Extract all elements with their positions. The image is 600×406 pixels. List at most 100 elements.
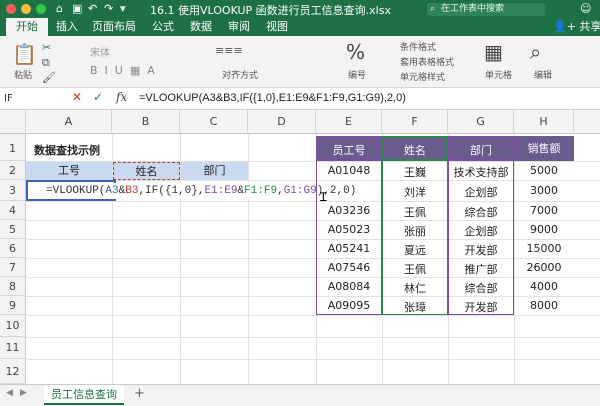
left-header-name[interactable]: 姓名 (113, 162, 180, 180)
formula-input[interactable]: =VLOOKUP(A3&B3,IF({1,0},E1:E9&F1:F9,G1:G… (139, 92, 406, 104)
table-cell[interactable]: A07546 (316, 261, 382, 274)
column-header-a[interactable]: A (26, 110, 112, 134)
cells-label[interactable]: 单元格 (485, 68, 512, 81)
tab-page-layout[interactable]: 页面布局 (92, 18, 136, 36)
table-cell[interactable]: A05241 (316, 242, 382, 255)
tab-view[interactable]: 视图 (266, 18, 288, 36)
table-cell[interactable]: A03236 (316, 204, 382, 217)
table-cell[interactable]: 刘洋 (382, 184, 448, 200)
table-cell[interactable]: 7000 (514, 204, 574, 217)
conditional-format-button[interactable]: 条件格式 (400, 40, 436, 53)
table-cell[interactable]: 15000 (514, 242, 574, 255)
table-cell[interactable]: 王佩 (382, 261, 448, 277)
table-cell[interactable]: A09095 (316, 299, 382, 312)
name-box[interactable]: IF (0, 90, 60, 107)
table-cell[interactable]: 王巍 (382, 164, 448, 180)
cut-icon[interactable]: ✂ (42, 41, 51, 54)
table-cell[interactable]: 技术支持部 (448, 164, 514, 180)
edit-label[interactable]: 编辑 (534, 68, 552, 81)
tab-data[interactable]: 数据 (190, 18, 212, 36)
table-format-button[interactable]: 套用表格格式 (400, 55, 454, 68)
smiley-icon[interactable]: ☺ (580, 2, 591, 15)
column-header-d[interactable]: D (248, 110, 316, 134)
row-header[interactable]: 5 (0, 220, 26, 239)
table-cell[interactable]: 开发部 (448, 299, 514, 315)
row-header[interactable]: 8 (0, 277, 26, 296)
row-header[interactable]: 11 (0, 337, 26, 359)
font-style-buttons[interactable]: B I U ▦ A (90, 64, 155, 77)
tab-review[interactable]: 审阅 (228, 18, 250, 36)
table-cell[interactable]: 综合部 (448, 280, 514, 296)
table-cell[interactable]: 9000 (514, 223, 574, 236)
home-icon[interactable]: ⌂ (56, 2, 63, 15)
table-cell[interactable]: 8000 (514, 299, 574, 312)
copy-icon[interactable]: ⧉ (42, 56, 50, 70)
table-cell[interactable]: 林仁 (382, 280, 448, 296)
minimize-window-icon[interactable] (21, 4, 31, 14)
tab-home[interactable]: 开始 (6, 18, 48, 36)
row-header[interactable]: 10 (0, 315, 26, 337)
table-cell[interactable]: 4000 (514, 280, 574, 293)
table-cell[interactable]: 夏远 (382, 242, 448, 258)
paste-icon[interactable]: 📋 (12, 42, 37, 66)
column-header-e[interactable]: E (316, 110, 382, 134)
undo-icon[interactable]: ↶ (88, 2, 97, 15)
row-header[interactable]: 6 (0, 239, 26, 258)
more-icon[interactable]: ▾ (120, 2, 126, 15)
find-icon[interactable]: ⌕ (530, 40, 541, 64)
share-button[interactable]: 👤+ 共享 (553, 18, 600, 36)
save-icon[interactable]: ▣ (72, 2, 82, 15)
prev-sheet-icon[interactable]: ◀ (6, 388, 13, 398)
maximize-window-icon[interactable] (36, 4, 46, 14)
row-header[interactable]: 9 (0, 296, 26, 315)
table-cell[interactable]: 综合部 (448, 204, 514, 220)
table-cell[interactable]: 企划部 (448, 184, 514, 200)
cells-icon[interactable]: ▦ (484, 40, 503, 64)
right-header-sales[interactable]: 销售额 (514, 136, 574, 161)
insert-function-icon[interactable]: fx (116, 90, 127, 104)
row-header[interactable]: 2 (0, 161, 26, 180)
redo-icon[interactable]: ↷ (104, 2, 113, 15)
table-cell[interactable]: 26000 (514, 261, 574, 274)
align-label[interactable]: 对齐方式 (222, 68, 258, 81)
row-header[interactable]: 7 (0, 258, 26, 277)
align-icon[interactable]: ≡≡≡ (215, 44, 243, 57)
cancel-icon[interactable]: ✕ (72, 90, 82, 104)
table-cell[interactable]: 推广部 (448, 261, 514, 277)
column-header-h[interactable]: H (514, 110, 574, 134)
sheet-tab-employee-lookup[interactable]: 员工信息查询 (44, 385, 124, 405)
add-sheet-button[interactable]: + (134, 386, 145, 401)
tab-formulas[interactable]: 公式 (152, 18, 174, 36)
sheet-search-input[interactable]: ⌕ 在工作表中搜索 (427, 3, 545, 16)
left-header-id[interactable]: 工号 (26, 162, 112, 180)
table-cell[interactable]: A05023 (316, 223, 382, 236)
column-header-b[interactable]: B (112, 110, 180, 134)
table-cell[interactable]: 张丽 (382, 223, 448, 239)
row-header[interactable]: 3 (0, 180, 26, 201)
confirm-icon[interactable]: ✓ (93, 90, 103, 104)
table-cell[interactable]: 企划部 (448, 223, 514, 239)
tab-insert[interactable]: 插入 (56, 18, 78, 36)
row-header[interactable]: 12 (0, 359, 26, 384)
table-cell[interactable]: 王佩 (382, 204, 448, 220)
font-name-select[interactable]: 宋体 (90, 44, 110, 59)
close-window-icon[interactable] (6, 4, 16, 14)
number-label[interactable]: 编号 (348, 68, 366, 81)
row-header[interactable]: 1 (0, 134, 26, 161)
table-cell[interactable]: 3000 (514, 184, 574, 197)
paste-label[interactable]: 粘贴 (14, 68, 32, 81)
row-header[interactable]: 4 (0, 201, 26, 220)
table-cell[interactable]: A01048 (316, 164, 382, 177)
table-cell[interactable]: 5000 (514, 164, 574, 177)
column-header-f[interactable]: F (382, 110, 448, 134)
table-cell[interactable]: A08084 (316, 280, 382, 293)
select-all-corner[interactable] (0, 110, 26, 134)
column-header-c[interactable]: C (180, 110, 248, 134)
cell-style-button[interactable]: 单元格样式 (400, 70, 445, 83)
right-header-employee-id[interactable]: 员工号 (316, 136, 382, 161)
right-header-dept[interactable]: 部门 (448, 136, 514, 161)
editing-formula[interactable]: =VLOOKUP(A3&B3,IF({1,0},E1:E9&F1:F9,G1:G… (46, 183, 357, 199)
left-table-title[interactable]: 数据查找示例 (34, 142, 100, 158)
next-sheet-icon[interactable]: ▶ (20, 388, 27, 398)
percent-icon[interactable]: % (346, 40, 365, 64)
